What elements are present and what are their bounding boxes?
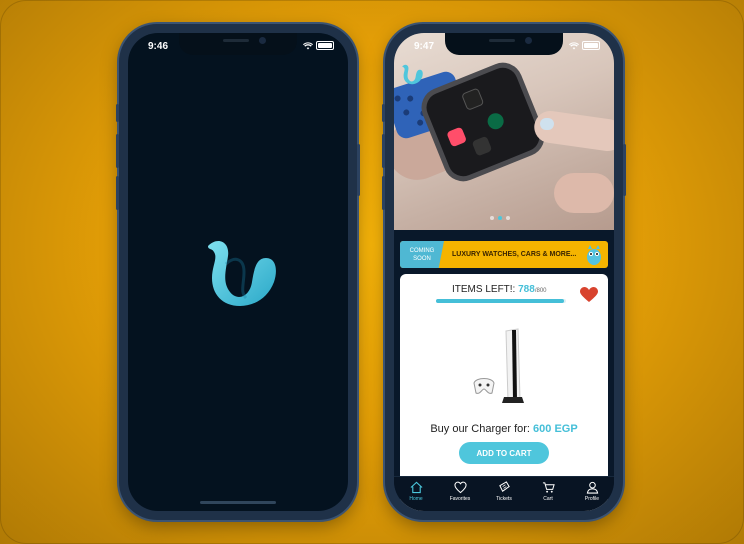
power-button [357,144,360,196]
volume-up-button [382,134,385,168]
items-left: ITEMS LEFT!: 788/800 [452,284,547,295]
product-image [473,328,524,403]
price-line: Buy our Charger for: 600 EGP [400,423,608,435]
mascot-icon [587,244,601,265]
notch [445,33,563,55]
status-icons [303,41,334,50]
tab-favorites[interactable]: Favorites [441,481,479,502]
price-label: Buy our Charger for: [430,423,534,435]
status-time: 9:47 [414,41,435,52]
coming-soon-line2: SOON [413,255,431,262]
items-progress-fill [436,299,565,303]
cart-icon [542,482,555,493]
strava-app-icon [471,135,493,157]
volume-down-button [382,176,385,210]
bottom-tab-bar: Home Favorites Tickets Cart Profile [394,476,614,511]
splash-screen: 9:46 [128,33,348,511]
status-icons [569,41,600,50]
volume-up-button [116,134,119,168]
carousel-dot-active[interactable] [498,216,502,220]
price-value: 600 EGP [533,423,578,435]
tab-home[interactable]: Home [397,481,435,502]
mute-switch [116,104,119,122]
coming-soon-line1: COMING [409,247,435,254]
items-left-label: ITEMS LEFT!: [452,284,519,295]
hero-carousel[interactable] [394,33,614,230]
coming-soon-tag: COMING SOON [400,241,444,268]
hero-nail [540,118,554,130]
power-button [623,144,626,196]
tab-cart-label: Cart [543,496,553,502]
items-left-value: 788 [518,284,535,295]
starbucks-app-icon [485,110,507,132]
items-progress-bar [436,299,566,303]
brand-logo-icon [402,64,423,85]
add-to-cart-button[interactable]: ADD TO CART [459,442,549,464]
tab-tickets[interactable]: Tickets [485,481,523,502]
tab-profile-label: Profile [584,496,600,502]
showcase-frame [0,0,744,544]
wifi-icon [303,41,313,49]
carousel-dots [490,216,510,220]
battery-icon [316,41,334,50]
hero-finger [532,108,614,154]
tab-profile[interactable]: Profile [573,481,611,502]
brand-logo-icon [208,241,276,306]
tab-cart[interactable]: Cart [529,481,567,502]
heart-icon [453,481,467,494]
mute-switch [382,104,385,122]
carousel-dot[interactable] [490,216,494,220]
profile-icon [586,481,598,494]
splash-phone: 9:46 [116,24,360,520]
deezer-app-icon [460,87,485,111]
status-time: 9:46 [148,41,169,52]
home-indicator [200,501,276,504]
notch [179,33,297,55]
hero-thumb [554,173,614,213]
home-icon [410,481,422,494]
ticket-icon [498,481,510,492]
tab-tickets-label: Tickets [496,496,512,502]
volume-down-button [116,176,119,210]
shop-screen: 9:47 COMING SOON LUXURY WATCHES, CARS & … [394,33,614,511]
carousel-dot[interactable] [506,216,510,220]
pandora-app-icon [446,126,468,148]
wifi-icon [569,41,579,49]
items-total: /800 [534,288,547,294]
shop-phone: 9:47 COMING SOON LUXURY WATCHES, CARS & … [382,24,626,520]
banner-text: LUXURY WATCHES, CARS & MORE... [452,251,577,258]
tab-favorites-label: Favorites [449,496,471,502]
promo-banner[interactable]: COMING SOON LUXURY WATCHES, CARS & MORE.… [400,241,608,268]
tab-home-label: Home [409,496,423,502]
battery-icon [582,41,600,50]
favorite-heart-icon[interactable] [580,287,598,303]
